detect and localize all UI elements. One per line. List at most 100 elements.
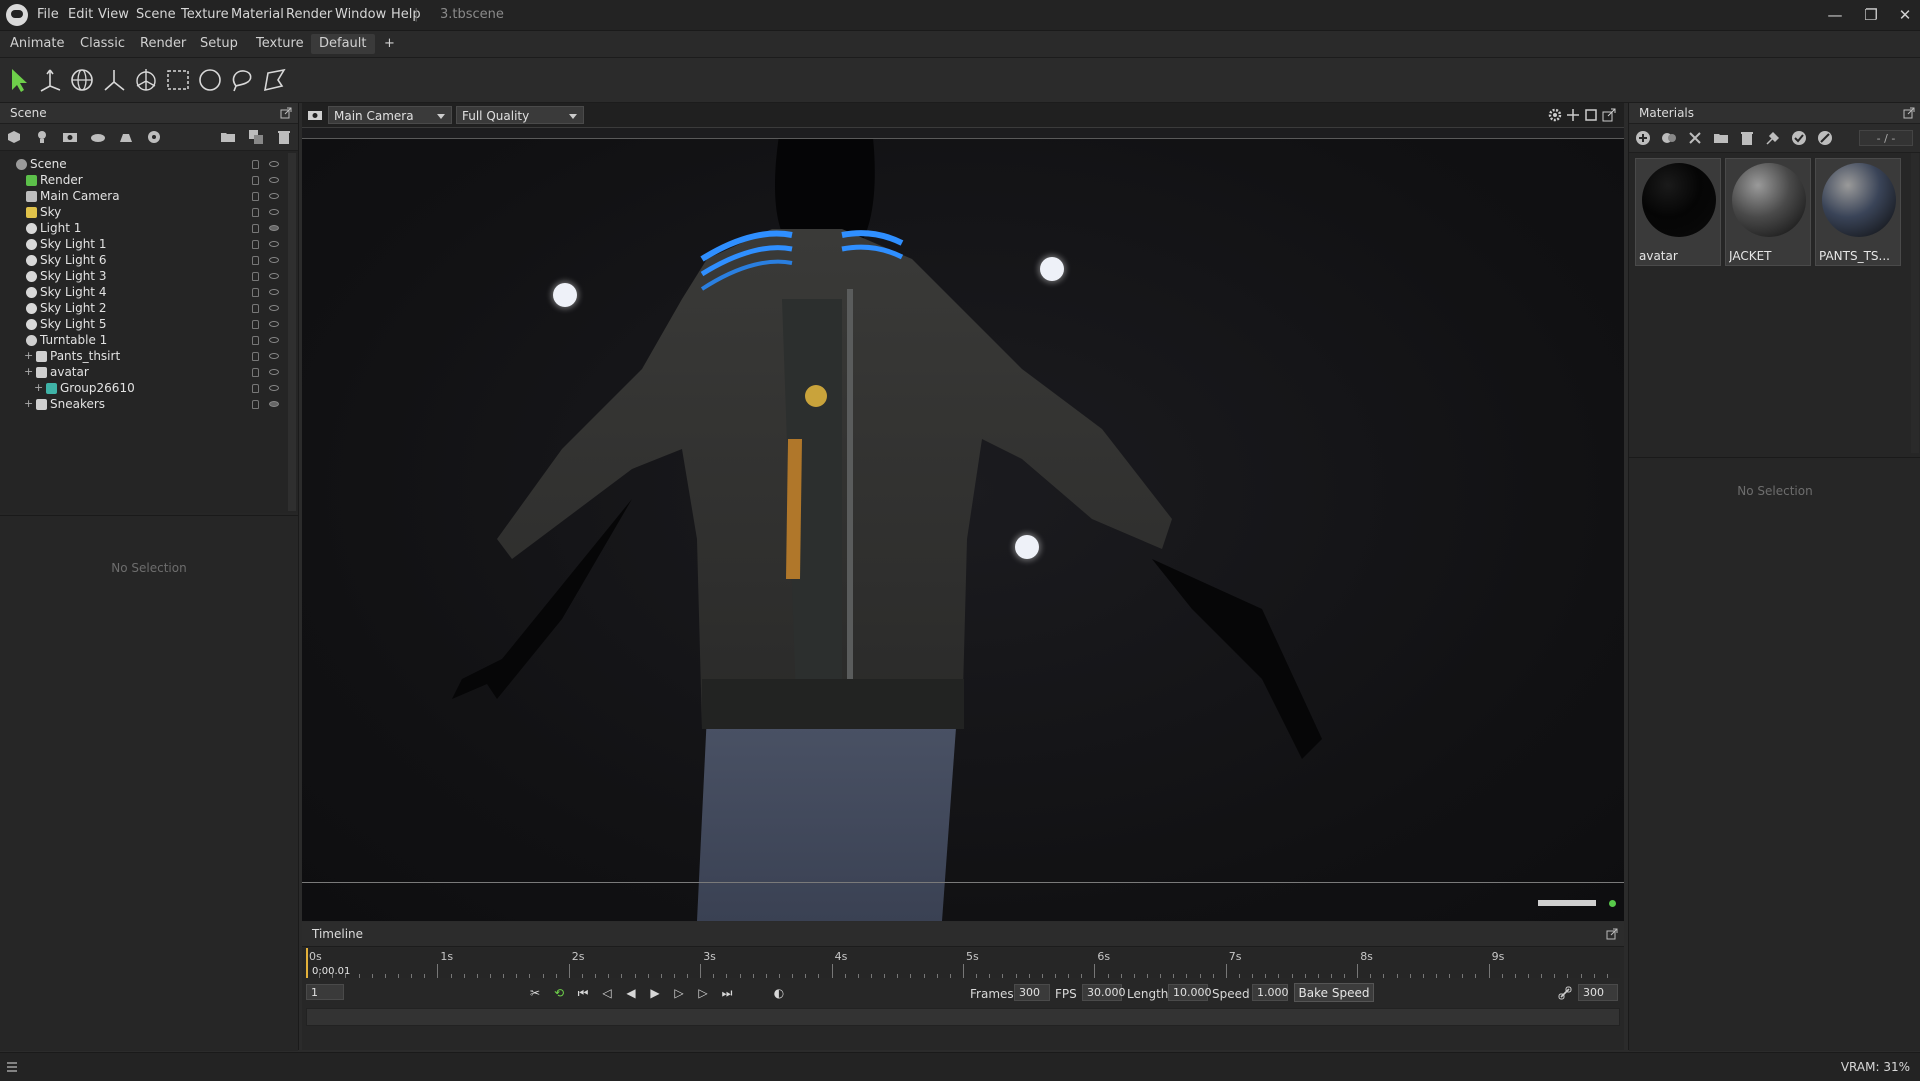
skip-to-start-icon[interactable]: ⏮ xyxy=(574,984,592,1002)
outliner-row[interactable]: + Sneakers xyxy=(0,397,290,413)
menu-edit[interactable]: Edit xyxy=(68,7,93,22)
frame-view-icon[interactable] xyxy=(1584,108,1598,122)
lock-icon[interactable] xyxy=(252,240,259,249)
current-frame-field[interactable]: 1 xyxy=(306,984,344,1000)
add-layout-tab-button[interactable]: + xyxy=(376,34,403,54)
prev-keyframe-icon[interactable]: ◁ xyxy=(598,984,616,1002)
rotate-tool-icon[interactable] xyxy=(68,66,96,94)
lock-icon[interactable] xyxy=(252,336,259,345)
lock-icon[interactable] xyxy=(252,176,259,185)
menu-texture[interactable]: Texture xyxy=(181,7,229,22)
playhead[interactable] xyxy=(306,948,308,978)
visibility-eye-icon[interactable] xyxy=(269,337,279,343)
bake-speed-button[interactable]: Bake Speed xyxy=(1294,983,1374,1002)
outliner-row[interactable]: + Pants_thsirt xyxy=(0,349,290,365)
play-icon[interactable]: ▶ xyxy=(646,984,664,1002)
outliner-row[interactable]: Scene xyxy=(0,157,290,173)
add-shadow-catcher-icon[interactable] xyxy=(118,129,134,145)
scale-tool-icon[interactable] xyxy=(100,66,128,94)
popout-icon[interactable] xyxy=(280,107,292,119)
lock-icon[interactable] xyxy=(252,192,259,201)
lock-icon[interactable] xyxy=(252,288,259,297)
light-gizmo-2[interactable] xyxy=(1040,257,1064,281)
outliner-row[interactable]: + avatar xyxy=(0,365,290,381)
visibility-eye-icon[interactable] xyxy=(269,321,279,327)
visibility-eye-icon[interactable] xyxy=(269,289,279,295)
outliner-row[interactable]: + Group26610 xyxy=(0,381,290,397)
delete-icon[interactable] xyxy=(276,129,292,145)
add-material-icon[interactable] xyxy=(1635,130,1651,146)
menu-material[interactable]: Material xyxy=(231,7,284,22)
close-icon[interactable]: ✕ xyxy=(1892,4,1918,26)
link-icon[interactable] xyxy=(1558,986,1572,1000)
lasso-select-icon[interactable] xyxy=(228,66,256,94)
length-field[interactable]: 10.000 xyxy=(1168,984,1212,1001)
add-light-icon[interactable] xyxy=(34,129,50,145)
lock-icon[interactable] xyxy=(252,304,259,313)
visibility-eye-icon[interactable] xyxy=(269,305,279,311)
expand-icon[interactable]: + xyxy=(24,365,33,378)
tab-animate[interactable]: Animate xyxy=(2,34,72,54)
log-icon[interactable] xyxy=(6,1061,18,1073)
popout-icon[interactable] xyxy=(1903,107,1915,119)
outliner-scrollbar[interactable] xyxy=(288,153,296,511)
visibility-eye-icon[interactable] xyxy=(269,193,279,199)
lock-icon[interactable] xyxy=(252,256,259,265)
duplicate-material-icon[interactable] xyxy=(1661,130,1677,146)
expand-icon[interactable]: + xyxy=(24,397,33,410)
material-thumbnail[interactable]: PANTS_TS... xyxy=(1815,158,1901,266)
outliner-row[interactable]: Light 1 xyxy=(0,221,290,237)
transform-tool-icon[interactable] xyxy=(132,66,160,94)
speed-gauge-icon[interactable]: ◐ xyxy=(770,984,788,1002)
menu-file[interactable]: File xyxy=(37,7,59,22)
popout-icon[interactable] xyxy=(1606,928,1618,940)
menu-scene[interactable]: Scene xyxy=(136,7,176,22)
folder-icon[interactable] xyxy=(220,129,236,145)
light-gizmo-1[interactable] xyxy=(553,283,577,307)
fps-field[interactable]: 30.000 xyxy=(1082,984,1126,1001)
tab-default[interactable]: Default xyxy=(311,34,375,54)
skip-to-end-icon[interactable]: ⏭ xyxy=(718,984,736,1002)
viewport[interactable]: Main Camera Full Quality xyxy=(302,103,1624,921)
lock-icon[interactable] xyxy=(252,160,259,169)
render-canvas[interactable] xyxy=(302,139,1624,921)
outliner-row[interactable]: Sky Light 3 xyxy=(0,269,290,285)
circle-select-icon[interactable] xyxy=(196,66,224,94)
outliner-row[interactable]: Render xyxy=(0,173,290,189)
visibility-eye-icon[interactable] xyxy=(269,273,279,279)
pick-material-icon[interactable] xyxy=(1687,130,1703,146)
expand-icon[interactable]: + xyxy=(24,349,33,362)
rect-select-icon[interactable] xyxy=(164,66,192,94)
polygon-select-icon[interactable] xyxy=(260,66,288,94)
lock-icon[interactable] xyxy=(252,352,259,361)
outliner-row[interactable]: Main Camera xyxy=(0,189,290,205)
lock-icon[interactable] xyxy=(252,224,259,233)
add-turntable-icon[interactable] xyxy=(146,129,162,145)
gear-icon[interactable] xyxy=(1548,108,1562,122)
visibility-eye-icon[interactable] xyxy=(269,209,279,215)
visibility-eye-icon[interactable] xyxy=(269,401,279,407)
restore-icon[interactable]: ❐ xyxy=(1858,4,1884,26)
lock-icon[interactable] xyxy=(252,400,259,409)
assign-material-icon[interactable] xyxy=(1765,130,1781,146)
minimize-icon[interactable]: — xyxy=(1822,4,1848,26)
outliner-row[interactable]: Sky Light 1 xyxy=(0,237,290,253)
expand-icon[interactable]: + xyxy=(34,381,43,394)
visibility-eye-icon[interactable] xyxy=(269,225,279,231)
loop-icon[interactable]: ⟲ xyxy=(550,984,568,1002)
camera-select[interactable]: Main Camera xyxy=(328,106,452,124)
lock-icon[interactable] xyxy=(252,384,259,393)
visibility-eye-icon[interactable] xyxy=(269,369,279,375)
delete-icon[interactable] xyxy=(1739,130,1755,146)
add-sky-icon[interactable] xyxy=(90,129,106,145)
tab-setup[interactable]: Setup xyxy=(192,34,246,54)
visibility-eye-icon[interactable] xyxy=(269,385,279,391)
lock-icon[interactable] xyxy=(252,208,259,217)
end-frame-field[interactable]: 300 xyxy=(1578,984,1618,1001)
folder-icon[interactable] xyxy=(1713,130,1729,146)
visibility-eye-icon[interactable] xyxy=(269,177,279,183)
next-keyframe-icon[interactable]: ▷ xyxy=(694,984,712,1002)
visibility-eye-icon[interactable] xyxy=(269,241,279,247)
outliner-row[interactable]: Sky xyxy=(0,205,290,221)
duplicate-icon[interactable] xyxy=(248,129,264,145)
